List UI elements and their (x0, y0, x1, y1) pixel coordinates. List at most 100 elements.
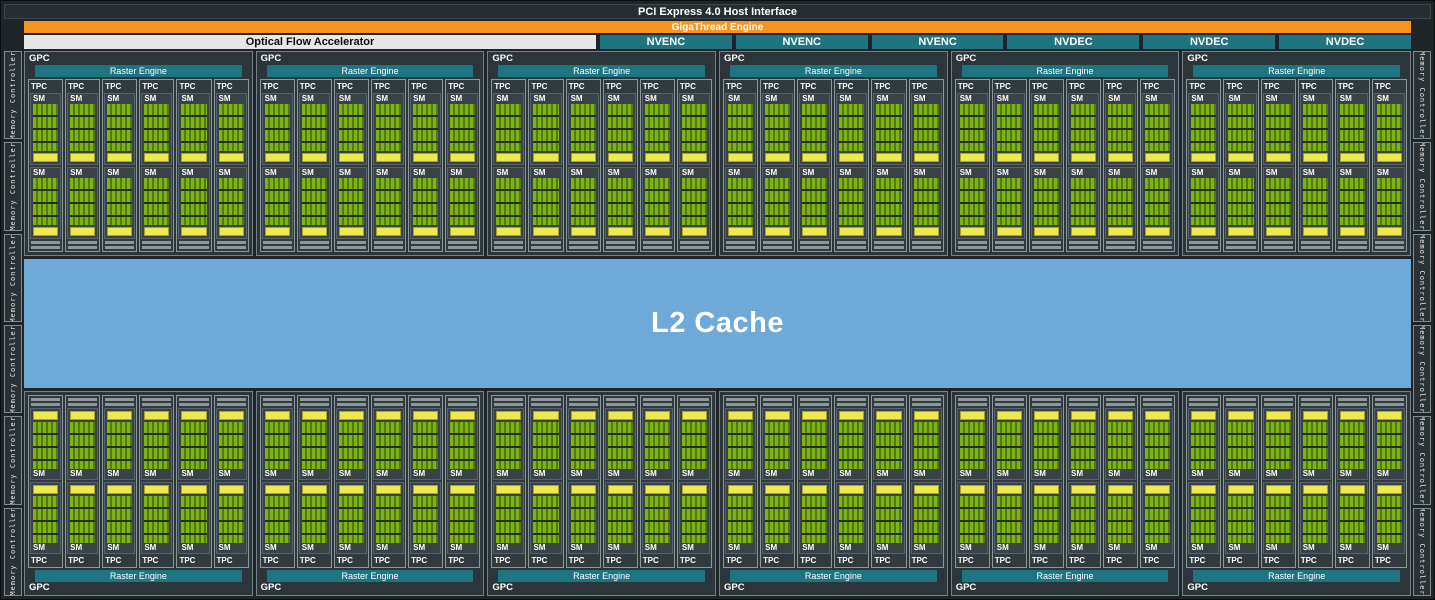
raster-engine-bar: Raster Engine (730, 570, 937, 582)
sm-label: SM (680, 469, 709, 479)
tpc-texture-bars (217, 398, 246, 406)
sm-core-array (107, 178, 132, 225)
sm-register-bar (571, 485, 596, 494)
sm-label: SM (1032, 469, 1061, 479)
tpc-label: TPC (336, 81, 367, 92)
memory-controller-label: Memory Controller (1418, 234, 1426, 322)
sm-label: SM (300, 469, 329, 479)
texture-bar (680, 246, 709, 249)
tpc-block: TPCSMSM (491, 395, 526, 568)
texture-bar (179, 246, 208, 249)
sm-core-array (728, 496, 753, 543)
sm-register-bar (914, 227, 939, 236)
raster-engine-bar: Raster Engine (498, 570, 705, 582)
gpc-label: GPC (491, 53, 712, 65)
sm-core-array (1145, 496, 1170, 543)
tpc-label: TPC (141, 555, 172, 566)
tpc-texture-bars (263, 241, 292, 249)
tpc-texture-bars (643, 398, 672, 406)
sm-label: SM (1375, 469, 1404, 479)
sm-core-array (1034, 178, 1059, 225)
sm-block: SM (447, 93, 478, 165)
texture-bar (494, 403, 523, 406)
sm-core-array (914, 104, 939, 151)
sm-block: SM (762, 482, 793, 554)
sm-register-bar (1228, 227, 1253, 236)
tpc-texture-bars (31, 398, 60, 406)
sm-label: SM (1264, 168, 1293, 178)
sm-core-array (960, 496, 985, 543)
sm-core-array (181, 422, 206, 469)
tpc-block: TPCSMSM (1261, 79, 1296, 252)
diagram-body: Memory ControllerMemory ControllerMemory… (4, 51, 1431, 596)
sm-label: SM (874, 168, 903, 178)
sm-register-bar (1377, 411, 1402, 420)
sm-label: SM (680, 94, 709, 104)
sm-core-array (339, 422, 364, 469)
tpc-block: TPCSMSM (102, 395, 137, 568)
sm-core-array (1145, 104, 1170, 151)
texture-bar (912, 398, 941, 401)
sm-block: SM (725, 93, 756, 165)
tpc-label: TPC (1105, 555, 1136, 566)
sm-core-array (413, 422, 438, 469)
texture-bar (1032, 398, 1061, 401)
texture-bar (1069, 246, 1098, 249)
sm-label: SM (448, 94, 477, 104)
texture-bar (31, 246, 60, 249)
tpc-block: TPCSMSM (1103, 79, 1138, 252)
tpc-label: TPC (762, 555, 793, 566)
tpc-label: TPC (911, 555, 942, 566)
sm-register-bar (376, 485, 401, 494)
sm-register-bar (997, 153, 1022, 162)
texture-bar (494, 398, 523, 401)
sm-label: SM (1032, 168, 1061, 178)
sm-register-bar (1108, 411, 1133, 420)
tpc-block: TPCSMSM (491, 79, 526, 252)
tpc-block: TPCSMSM (723, 79, 758, 252)
sm-register-bar (181, 411, 206, 420)
memory-controller-label: Memory Controller (9, 416, 17, 504)
sm-label: SM (726, 94, 755, 104)
tpc-texture-bars (300, 398, 329, 406)
sm-block: SM (1225, 482, 1256, 554)
texture-bar (1301, 403, 1330, 406)
sm-label: SM (1069, 543, 1098, 553)
sm-register-bar (1340, 411, 1365, 420)
sm-core-array (914, 422, 939, 469)
sm-label: SM (411, 543, 440, 553)
sm-label: SM (606, 469, 635, 479)
sm-core-array (1340, 178, 1365, 225)
tpc-label: TPC (957, 81, 988, 92)
tpc-label: TPC (836, 555, 867, 566)
texture-bar (800, 246, 829, 249)
texture-bar (995, 246, 1024, 249)
sm-block: SM (493, 482, 524, 554)
sm-core-array (1228, 422, 1253, 469)
raster-engine-bar: Raster Engine (730, 65, 937, 77)
texture-bar (1032, 241, 1061, 244)
sm-label: SM (1069, 168, 1098, 178)
sm-block: SM (1300, 408, 1331, 480)
sm-block: SM (762, 408, 793, 480)
tpc-label: TPC (568, 81, 599, 92)
texture-bar (263, 241, 292, 244)
tpc-row: TPCSMSMTPCSMSMTPCSMSMTPCSMSMTPCSMSMTPCSM… (491, 395, 712, 568)
tpc-block: TPCSMSM (1335, 395, 1370, 568)
sm-core-array (1034, 422, 1059, 469)
tpc-block: TPCSMSM (139, 79, 174, 252)
sm-label: SM (912, 543, 941, 553)
tpc-texture-bars (995, 398, 1024, 406)
sm-core-array (1228, 178, 1253, 225)
gpc-block: GPCRaster EngineTPCSMSMTPCSMSMTPCSMSMTPC… (24, 391, 253, 596)
sm-label: SM (263, 469, 292, 479)
tpc-texture-bars (374, 398, 403, 406)
sm-label: SM (1189, 168, 1218, 178)
tpc-block: TPCSMSM (1223, 79, 1258, 252)
sm-block: SM (836, 167, 867, 239)
sm-label: SM (1106, 94, 1135, 104)
sm-core-array (144, 422, 169, 469)
sm-label: SM (726, 168, 755, 178)
sm-core-array (765, 178, 790, 225)
sm-label: SM (1143, 543, 1172, 553)
